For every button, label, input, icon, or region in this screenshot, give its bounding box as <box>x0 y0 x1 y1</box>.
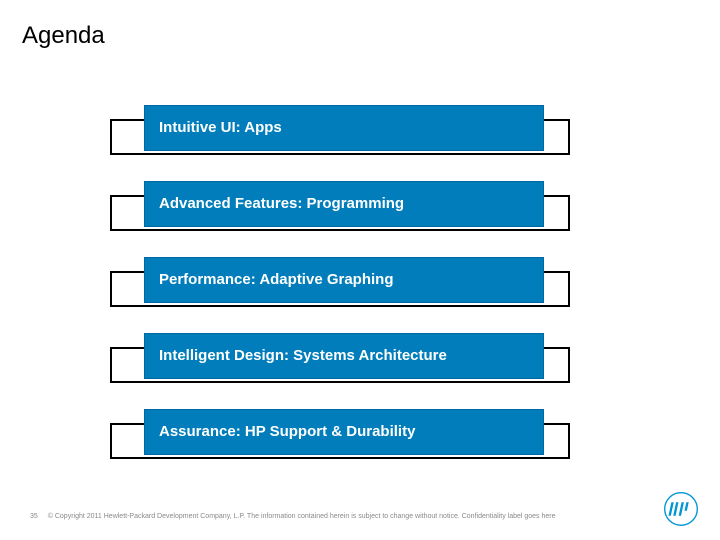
item-box: Performance: Adaptive Graphing <box>144 257 544 303</box>
item-box: Intelligent Design: Systems Architecture <box>144 333 544 379</box>
item-label: Intelligent Design: Systems Architecture <box>159 347 447 364</box>
footer: 35 © Copyright 2011 Hewlett-Packard Deve… <box>30 512 660 523</box>
item-box: Assurance: HP Support & Durability <box>144 409 544 455</box>
list-item: Intelligent Design: Systems Architecture <box>110 333 570 389</box>
agenda-list: Intuitive UI: Apps Advanced Features: Pr… <box>110 105 570 485</box>
item-label: Advanced Features: Programming <box>159 195 404 212</box>
item-label: Performance: Adaptive Graphing <box>159 271 394 288</box>
item-box: Advanced Features: Programming <box>144 181 544 227</box>
list-item: Intuitive UI: Apps <box>110 105 570 161</box>
copyright-text: © Copyright 2011 Hewlett-Packard Develop… <box>48 513 556 520</box>
item-label: Intuitive UI: Apps <box>159 119 282 136</box>
list-item: Performance: Adaptive Graphing <box>110 257 570 313</box>
item-label: Assurance: HP Support & Durability <box>159 423 415 440</box>
page-title: Agenda <box>22 22 105 50</box>
list-item: Assurance: HP Support & Durability <box>110 409 570 465</box>
hp-logo-icon <box>664 492 698 526</box>
slide: Agenda Intuitive UI: Apps Advanced Featu… <box>0 0 720 540</box>
page-number: 35 <box>30 512 38 523</box>
item-box: Intuitive UI: Apps <box>144 105 544 151</box>
list-item: Advanced Features: Programming <box>110 181 570 237</box>
